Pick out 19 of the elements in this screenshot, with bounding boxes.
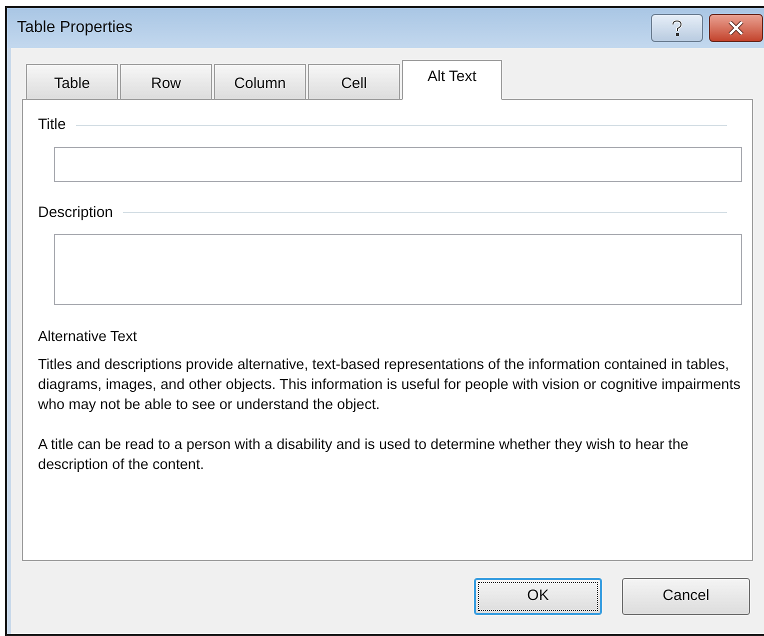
tab[interactable]: Column	[214, 64, 306, 100]
description-field[interactable]	[54, 234, 742, 305]
tab[interactable]: Alt Text	[402, 60, 502, 100]
help-button[interactable]	[651, 14, 703, 42]
tab[interactable]: Row	[120, 64, 212, 100]
window-title: Table Properties	[17, 18, 133, 38]
section-heading: Alternative Text	[38, 328, 138, 347]
description-text: Titles and descriptions provide alternative, text-based representations of the information contained in tables, diagrams, images, and other objects. This information is useful for people with vision or cognitive impairments who may not be able to see or understand the object.	[38, 356, 742, 415]
description-text: A title can be read to a person with a disability and is used to determine whether they wish to hear the description of the content.	[38, 436, 690, 475]
tab[interactable]: Cell	[308, 64, 400, 100]
dialog-button[interactable]: OK	[474, 578, 602, 615]
field-label: Description	[38, 202, 114, 222]
tab[interactable]: Table	[26, 64, 118, 100]
close-icon	[728, 21, 744, 35]
title-field[interactable]	[54, 146, 742, 182]
dialog-button[interactable]: Cancel	[622, 578, 750, 615]
field-label: Title	[38, 115, 66, 135]
help-icon	[671, 20, 683, 36]
close-button[interactable]	[709, 14, 763, 42]
